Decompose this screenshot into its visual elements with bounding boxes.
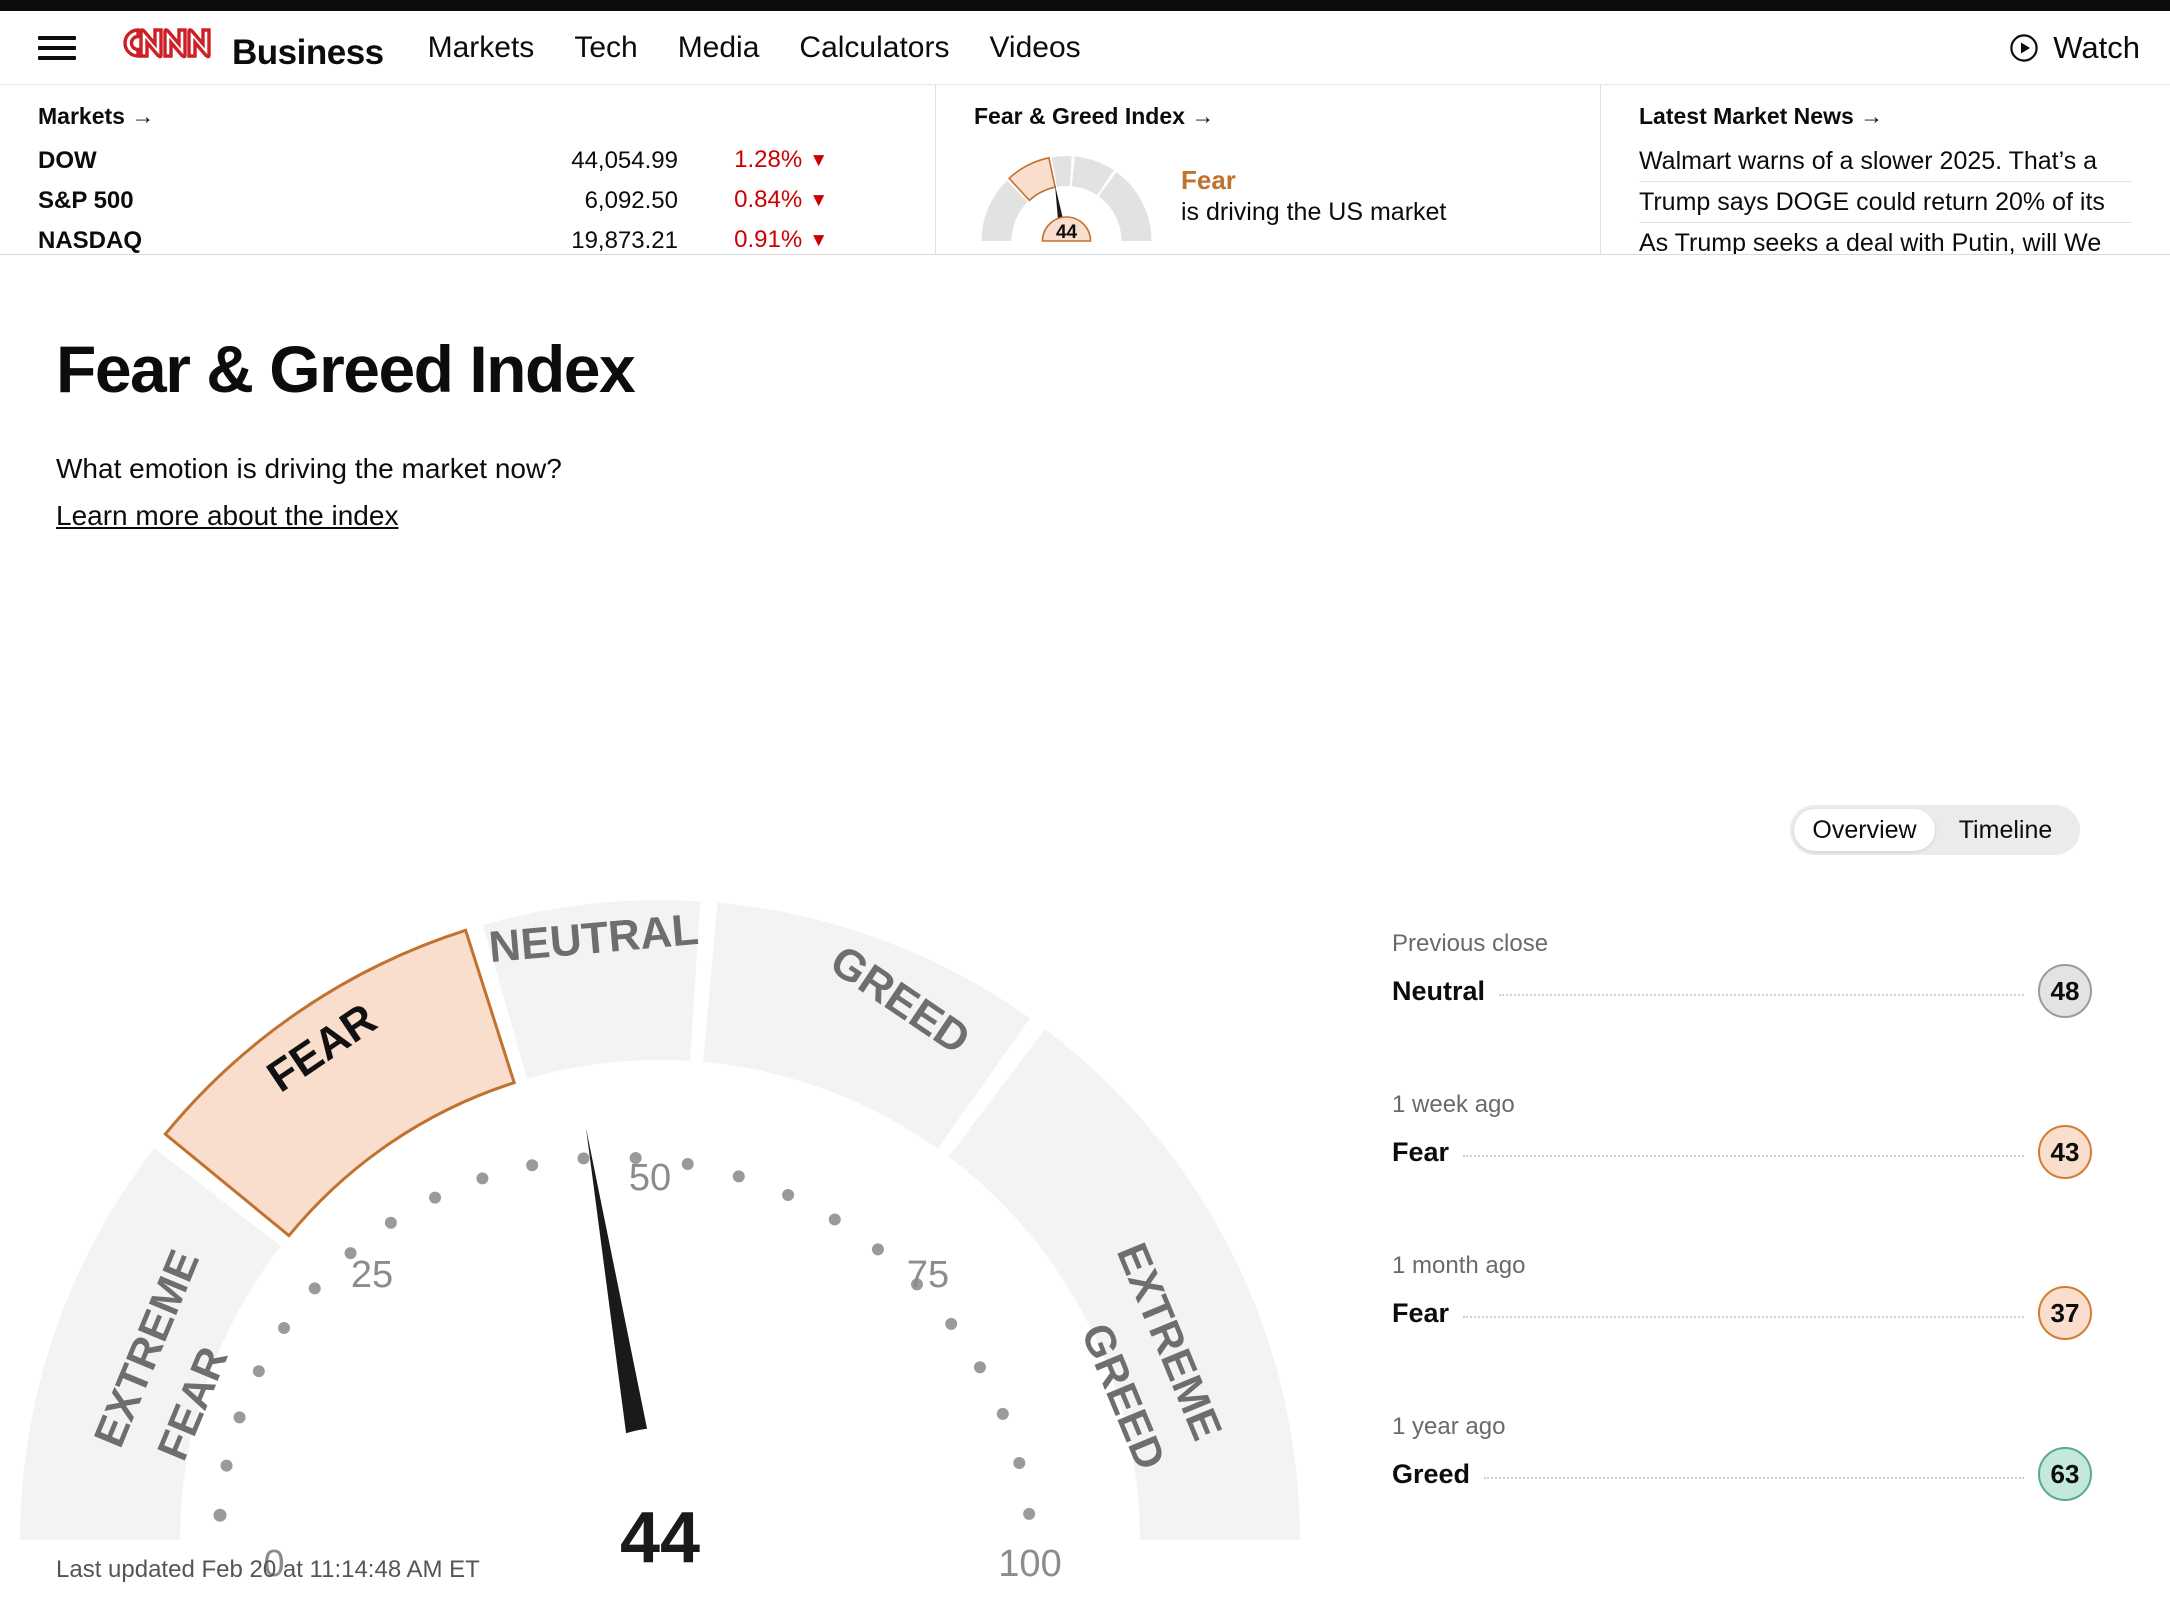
top-black-bar	[0, 0, 2170, 11]
page-title: Fear & Greed Index	[56, 332, 636, 406]
dotted-leader	[1484, 1477, 2024, 1479]
cnn-logo-icon	[123, 28, 211, 59]
history-badge: 63	[2038, 1447, 2092, 1501]
news-headline[interactable]: As Trump seeks a deal with Putin, will W…	[1639, 223, 2132, 254]
learn-more-link[interactable]: Learn more about the index	[56, 500, 398, 532]
arrow-right-icon: →	[1860, 103, 1884, 129]
tab-overview[interactable]: Overview	[1794, 809, 1935, 851]
fear-greed-panel: Fear & Greed Index → 44 Fear is driving …	[935, 85, 1600, 254]
history-emotion: Greed	[1392, 1458, 1471, 1489]
history-label: Previous close	[1392, 930, 1549, 957]
arrow-right-icon: →	[1191, 103, 1215, 129]
news-headline[interactable]: Trump says DOGE could return 20% of its	[1639, 182, 2132, 223]
gauge-value: 44	[620, 1498, 700, 1578]
gauge-tick-label-75: 75	[907, 1254, 949, 1296]
market-row-nasdaq[interactable]: NASDAQ 19,873.21 0.91% ▼	[38, 221, 897, 261]
cnn-business-logo[interactable]: Business	[108, 22, 384, 73]
nav-link-calculators[interactable]: Calculators	[799, 31, 949, 65]
fear-greed-emotion: Fear	[1181, 165, 1236, 196]
dotted-leader	[1463, 1316, 2024, 1318]
logo-business-word: Business	[232, 33, 384, 72]
gauge-svg: 0 25 50 75 100 EXTREME FEAR FEAR NEUTRAL…	[20, 900, 1300, 1580]
watch-button[interactable]: Watch	[2009, 30, 2140, 66]
market-change: 0.91% ▼	[678, 226, 828, 256]
market-name: S&P 500	[38, 187, 134, 214]
history-label: 1 week ago	[1392, 1091, 1515, 1118]
market-row-dow[interactable]: DOW 44,054.99 1.28% ▼	[38, 141, 897, 181]
market-change: 1.28% ▼	[678, 146, 828, 176]
history-row-1-week-ago: 1 week ago Fear 43	[1392, 1091, 2092, 1179]
caret-down-icon: ▼	[809, 150, 828, 171]
history-emotion: Neutral	[1392, 975, 1486, 1006]
history-panel: Previous close Neutral 48 1 week ago Fea…	[1392, 930, 2092, 1501]
mini-gauge-value: 44	[1056, 222, 1078, 243]
fear-greed-subtitle: is driving the US market	[1181, 197, 1447, 226]
markets-heading-label: Markets	[38, 103, 125, 129]
news-headline[interactable]: Walmart warns of a slower 2025. That’s a	[1639, 141, 2132, 182]
nav-link-videos[interactable]: Videos	[989, 31, 1080, 65]
fear-greed-heading[interactable]: Fear & Greed Index →	[974, 103, 1562, 130]
market-name: NASDAQ	[38, 227, 143, 254]
markets-panel: Markets → DOW 44,054.99 1.28% ▼ S&P 500 …	[0, 85, 935, 254]
gauge-tick-label-25: 25	[351, 1254, 393, 1296]
gauge-segment-greed	[703, 902, 1030, 1149]
market-change: 0.84% ▼	[678, 186, 828, 216]
market-row-sp500[interactable]: S&P 500 6,092.50 0.84% ▼	[38, 181, 897, 221]
caret-down-icon: ▼	[809, 230, 828, 251]
history-row-1-month-ago: 1 month ago Fear 37	[1392, 1252, 2092, 1340]
market-change-pct: 0.91%	[734, 226, 803, 253]
last-updated-text: Last updated Feb 20 at 11:14:48 AM ET	[56, 1556, 480, 1583]
history-badge: 43	[2038, 1125, 2092, 1179]
history-label: 1 month ago	[1392, 1252, 1526, 1279]
gauge-tick-label-100: 100	[998, 1543, 1061, 1580]
markets-heading[interactable]: Markets →	[38, 103, 897, 130]
news-heading-label: Latest Market News	[1639, 103, 1854, 129]
market-name: DOW	[38, 147, 97, 174]
market-value: 6,092.50	[584, 187, 678, 214]
market-summary-band: Markets → DOW 44,054.99 1.28% ▼ S&P 500 …	[0, 84, 2170, 255]
history-row-1-year-ago: 1 year ago Greed 63	[1392, 1413, 2092, 1501]
view-toggle: Overview Timeline	[1790, 805, 2080, 855]
nav-link-media[interactable]: Media	[678, 31, 760, 65]
play-circle-icon	[2010, 33, 2038, 62]
nav-link-tech[interactable]: Tech	[574, 31, 637, 65]
dotted-leader	[1463, 1155, 2024, 1157]
latest-market-news-panel: Latest Market News → Walmart warns of a …	[1600, 85, 2170, 254]
nav-link-markets[interactable]: Markets	[428, 31, 535, 65]
market-change-pct: 0.84%	[734, 186, 803, 213]
hamburger-icon[interactable]	[38, 33, 76, 63]
history-emotion: Fear	[1392, 1136, 1450, 1167]
arrow-right-icon: →	[131, 103, 155, 129]
history-label: 1 year ago	[1392, 1413, 1506, 1440]
page-subtitle: What emotion is driving the market now?	[56, 453, 562, 485]
market-value: 19,873.21	[571, 227, 678, 254]
nav-links: Markets Tech Media Calculators Videos	[428, 31, 1081, 65]
market-change-pct: 1.28%	[734, 146, 803, 173]
history-badge: 48	[2038, 964, 2092, 1018]
history-badge: 37	[2038, 1286, 2092, 1340]
main-navigation: Business Markets Tech Media Calculators …	[0, 11, 2170, 84]
fear-greed-heading-label: Fear & Greed Index	[974, 103, 1185, 129]
news-heading[interactable]: Latest Market News →	[1639, 103, 2132, 130]
gauge-tick-label-50: 50	[629, 1157, 671, 1199]
page-content: Fear & Greed Index What emotion is drivi…	[0, 255, 2170, 532]
market-value: 44,054.99	[571, 147, 678, 174]
history-emotion: Fear	[1392, 1297, 1450, 1328]
tab-timeline[interactable]: Timeline	[1935, 809, 2076, 851]
caret-down-icon: ▼	[809, 190, 828, 211]
watch-label: Watch	[2053, 29, 2140, 65]
gauge-segment-fear	[163, 928, 517, 1238]
fear-greed-gauge: 0 25 50 75 100 EXTREME FEAR FEAR NEUTRAL…	[0, 860, 1360, 1580]
history-row-previous-close: Previous close Neutral 48	[1392, 930, 2092, 1018]
dotted-leader	[1499, 994, 2024, 996]
mini-gauge: 44	[981, 156, 1152, 243]
